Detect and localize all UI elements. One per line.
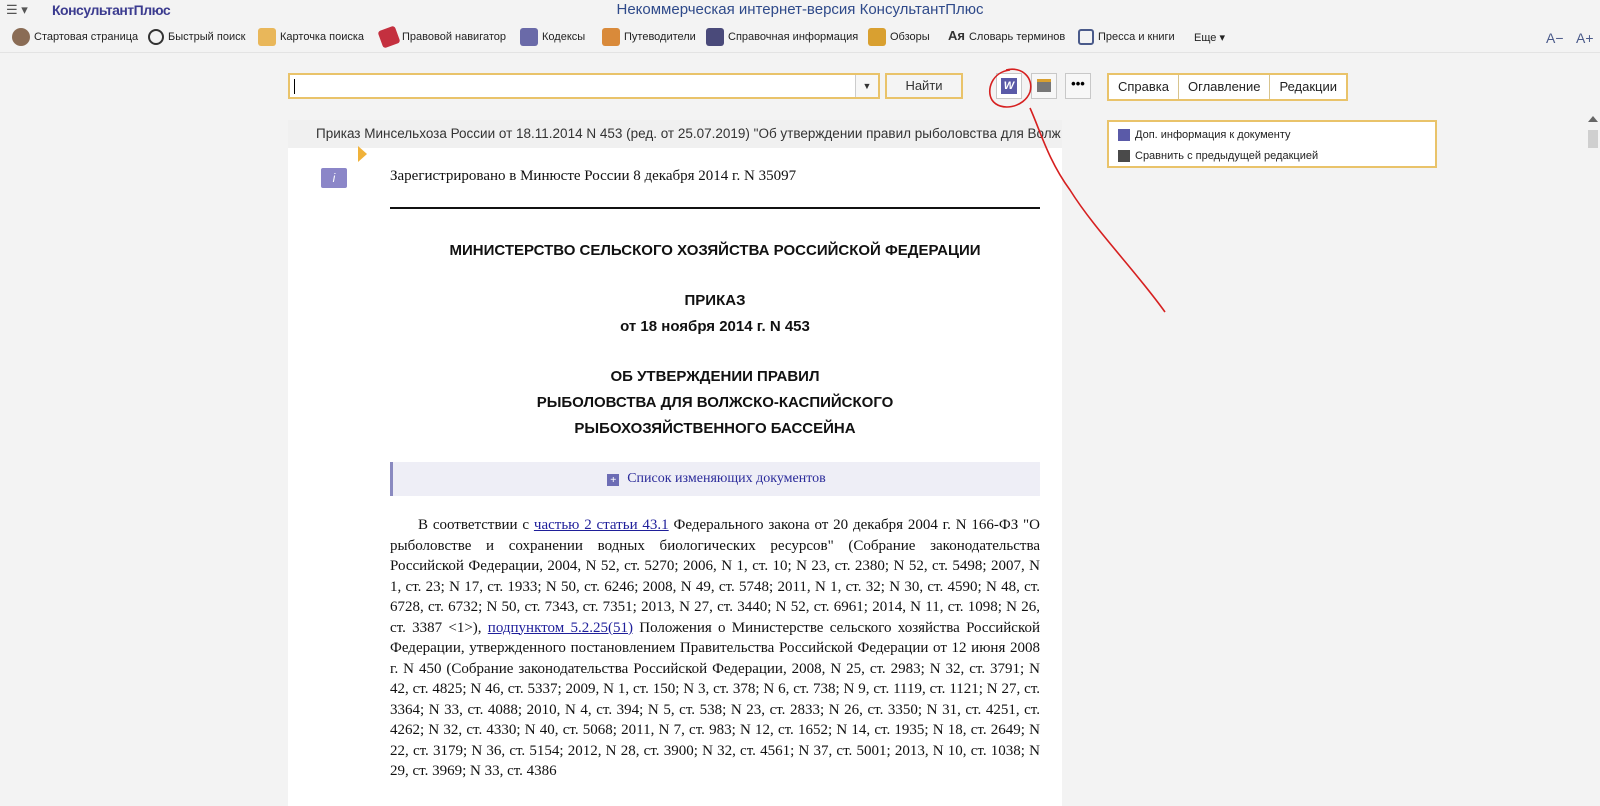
toolbar-codexes[interactable]: Кодексы bbox=[520, 27, 585, 47]
export-word-button[interactable]: W bbox=[996, 73, 1022, 99]
guide-icon bbox=[602, 28, 620, 46]
tab-revisions[interactable]: Редакции bbox=[1270, 75, 1346, 99]
home-icon bbox=[12, 28, 30, 46]
subject-line-1: ОБ УТВЕРЖДЕНИИ ПРАВИЛ bbox=[610, 368, 820, 385]
ministry-heading: МИНИСТЕРСТВО СЕЛЬСКОГО ХОЗЯЙСТВА РОССИЙС… bbox=[449, 242, 981, 259]
compare-icon bbox=[1118, 150, 1130, 162]
tab-reference[interactable]: Справка bbox=[1109, 75, 1179, 99]
preamble-paragraph: В соответствии с частью 2 статьи 43.1 Фе… bbox=[390, 515, 1040, 782]
bookmark-marker bbox=[358, 146, 367, 162]
toolbar-legal-navigator[interactable]: Правовой навигатор bbox=[377, 25, 506, 49]
document-tabs: Справка Оглавление Редакции bbox=[1107, 73, 1349, 101]
font-increase-button[interactable]: A+ bbox=[1576, 30, 1594, 46]
toolbar-label: Карточка поиска bbox=[280, 31, 365, 43]
search-icon bbox=[148, 29, 164, 45]
search-card-icon bbox=[258, 28, 276, 46]
find-button[interactable]: Найти bbox=[885, 73, 963, 99]
side-item-compare[interactable]: Сравнить с предыдущей редакцией bbox=[1118, 147, 1318, 165]
toolbar-label: Быстрый поиск bbox=[168, 31, 246, 43]
press-icon bbox=[1078, 29, 1094, 45]
toolbar-quick-search[interactable]: Быстрый поиск bbox=[148, 27, 245, 47]
reference-icon bbox=[706, 28, 724, 46]
toolbar-press-books[interactable]: Пресса и книги bbox=[1078, 27, 1175, 47]
changes-label: Список изменяющих документов bbox=[627, 471, 826, 486]
document-header: Приказ Минсельхоза России от 18.11.2014 … bbox=[288, 120, 1062, 148]
toolbar-label: Еще ▾ bbox=[1194, 31, 1225, 44]
toolbar-label: Путеводители bbox=[624, 31, 696, 43]
navigator-icon bbox=[377, 25, 401, 49]
text: Федерального закона от 20 декабря 2004 г… bbox=[390, 517, 1041, 636]
divider bbox=[390, 207, 1040, 209]
font-decrease-button[interactable]: A− bbox=[1546, 30, 1564, 46]
dictionary-icon: Ая bbox=[948, 28, 965, 43]
link-subpoint-5-2-25[interactable]: подпунктом 5.2.25(51) bbox=[488, 620, 633, 636]
subject-line-2: РЫБОЛОВСТВА ДЛЯ ВОЛЖСКО-КАСПИЙСКОГО bbox=[536, 394, 894, 411]
toolbar-label: Словарь терминов bbox=[968, 31, 1066, 43]
codex-icon bbox=[520, 28, 538, 46]
toolbar-guides[interactable]: Путеводители bbox=[602, 27, 696, 47]
registration-note: Зарегистрировано в Минюсте России 8 дека… bbox=[390, 168, 797, 184]
link-article-43-1[interactable]: частью 2 статьи 43.1 bbox=[534, 517, 669, 533]
search-box: ▼ bbox=[288, 73, 880, 99]
search-history-dropdown[interactable]: ▼ bbox=[855, 75, 878, 97]
text: Положения о Министерстве сельского хозяй… bbox=[390, 619, 1041, 780]
toolbar-label: Справочная информация bbox=[728, 31, 859, 43]
expand-icon: + bbox=[607, 474, 620, 486]
order-date: от 18 ноября 2014 г. N 453 bbox=[620, 318, 810, 335]
toolbar-search-card[interactable]: Карточка поиска bbox=[258, 27, 364, 47]
search-input[interactable] bbox=[296, 77, 860, 97]
order-title: ПРИКАЗ bbox=[684, 292, 746, 309]
toolbar-reviews[interactable]: Обзоры bbox=[868, 27, 930, 47]
toolbar-reference-info[interactable]: Справочная информация bbox=[706, 27, 858, 47]
scroll-up-arrow[interactable] bbox=[1588, 116, 1598, 122]
text-caret bbox=[294, 79, 295, 94]
printer-icon bbox=[1037, 79, 1051, 93]
changes-list-toggle[interactable]: + Список изменяющих документов bbox=[390, 462, 1040, 496]
print-button[interactable] bbox=[1031, 73, 1057, 99]
side-item-label: Доп. информация к документу bbox=[1135, 129, 1291, 141]
side-item-extra-info[interactable]: Доп. информация к документу bbox=[1118, 126, 1291, 144]
toolbar-label: Правовой навигатор bbox=[402, 31, 506, 43]
toolbar-label: Пресса и книги bbox=[1098, 31, 1175, 43]
subject-line-3: РЫБОХОЗЯЙСТВЕННОГО БАССЕЙНА bbox=[574, 420, 856, 437]
toolbar-more[interactable]: Еще ▾ bbox=[1194, 27, 1225, 47]
toolbar-label: Кодексы bbox=[542, 31, 586, 43]
text: В соответствии с bbox=[418, 517, 534, 533]
main-toolbar: Стартовая страница Быстрый поиск Карточк… bbox=[0, 22, 1600, 53]
toolbar-label: Стартовая страница bbox=[34, 31, 139, 43]
more-icon: ••• bbox=[1071, 76, 1085, 91]
toolbar-start-page[interactable]: Стартовая страница bbox=[12, 27, 138, 47]
tab-contents[interactable]: Оглавление bbox=[1179, 75, 1271, 99]
title-bar: ☰ ▾ КонсультантПлюс Некоммерческая интер… bbox=[0, 0, 1600, 20]
toolbar-dictionary[interactable]: Ая Словарь терминов bbox=[948, 27, 1065, 47]
window-title: Некоммерческая интернет-версия Консульта… bbox=[616, 1, 984, 18]
toolbar-label: Обзоры bbox=[890, 31, 930, 43]
info-icon bbox=[1118, 129, 1130, 141]
side-info-panel: Доп. информация к документу Сравнить с п… bbox=[1107, 120, 1437, 168]
document-view[interactable]: Приказ Минсельхоза России от 18.11.2014 … bbox=[288, 120, 1062, 806]
word-icon: W bbox=[1001, 77, 1017, 94]
scrollbar-thumb[interactable] bbox=[1588, 130, 1598, 148]
more-actions-button[interactable]: ••• bbox=[1065, 73, 1091, 99]
review-icon bbox=[868, 28, 886, 46]
side-item-label: Сравнить с предыдущей редакцией bbox=[1135, 150, 1319, 162]
info-icon[interactable]: i bbox=[321, 168, 347, 188]
